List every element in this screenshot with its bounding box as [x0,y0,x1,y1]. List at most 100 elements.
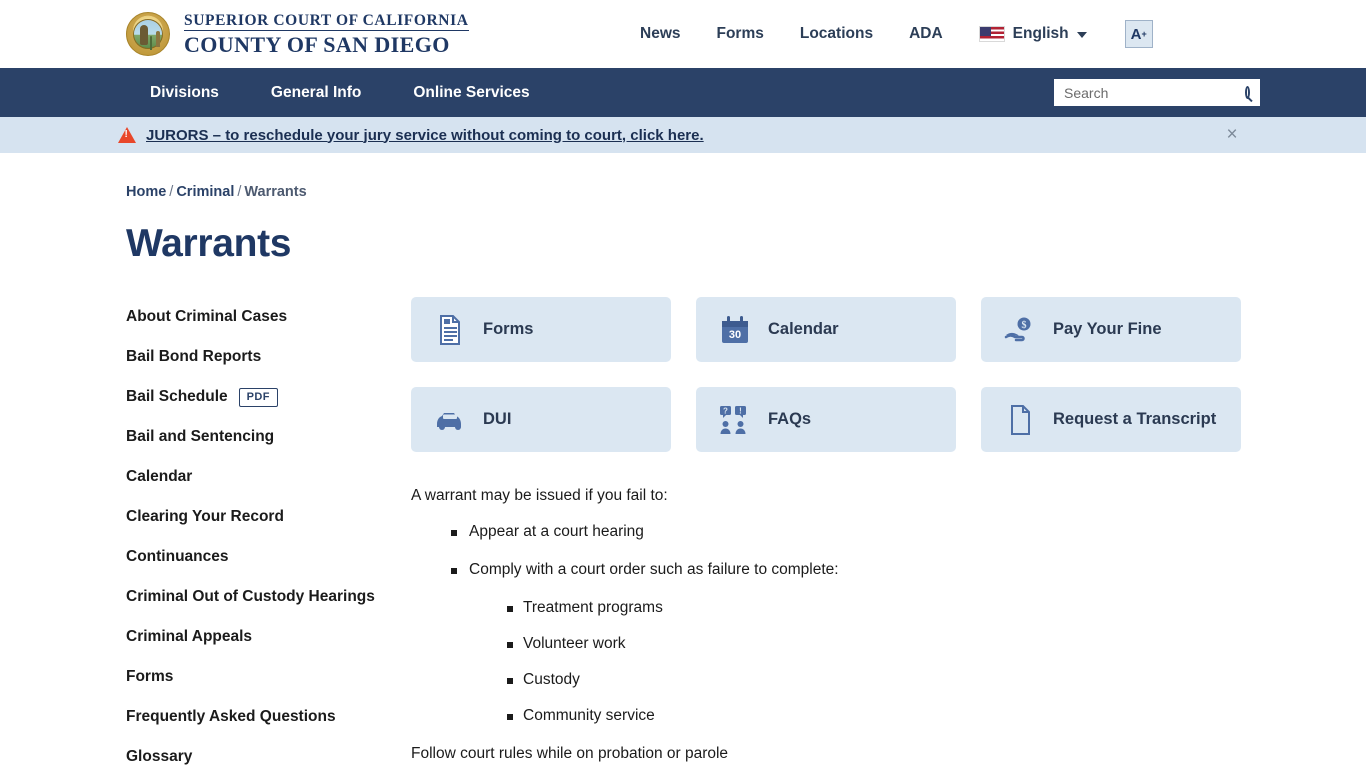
search-box[interactable] [1054,79,1260,106]
tile-calendar[interactable]: 30 Calendar [696,297,956,362]
sidebar-item-label: Clearing Your Record [126,508,284,525]
sidebar-item-label: Forms [126,668,174,685]
sidebar-item-label: Continuances [126,548,229,565]
calendar-30-icon: 30 [722,315,748,343]
breadcrumb-current: Warrants [244,184,307,200]
tile-dui[interactable]: DUI [411,387,671,452]
search-icon[interactable] [1245,86,1250,99]
sidebar-item-label: Calendar [126,468,193,485]
sidebar-item-label: Bail and Sentencing [126,428,275,445]
svg-text:30: 30 [729,329,741,341]
page-title: Warrants [126,222,292,265]
list-item: Community service [507,707,1366,725]
site-header: SUPERIOR COURT OF CALIFORNIA COUNTY OF S… [0,0,1366,68]
sidebar-item-label: Criminal Out of Custody Hearings [126,588,375,605]
sidebar-item-criminal-appeals[interactable]: Criminal Appeals [126,617,411,657]
page-corner-icon [1011,404,1030,435]
sidebar-item-label: Bail Schedule [126,388,228,405]
tile-label: Pay Your Fine [1053,320,1162,338]
tile-label: DUI [483,410,512,428]
section-sidebar: About Criminal Cases Bail Bond Reports B… [126,297,411,768]
svg-text:!: ! [739,406,742,415]
sidebar-item-bail-and-sentencing[interactable]: Bail and Sentencing [126,417,411,457]
intro-paragraph: A warrant may be issued if you fail to: [411,487,668,504]
sidebar-item-bail-bond-reports[interactable]: Bail Bond Reports [126,337,411,377]
people-speech-icon: ? ! [720,405,746,434]
alert-link[interactable]: JURORS – to reschedule your jury service… [146,127,704,144]
utility-nav-news[interactable]: News [640,25,717,43]
sidebar-item-label: Criminal Appeals [126,628,253,645]
tile-faqs[interactable]: ? ! FAQs [696,387,956,452]
language-label: English [1012,25,1069,42]
brand-line-1: SUPERIOR COURT OF CALIFORNIA [184,13,469,32]
utility-nav-ada[interactable]: ADA [909,25,979,43]
sidebar-item-label: Bail Bond Reports [126,348,262,365]
breadcrumb-sep-1: / [169,184,174,200]
tile-request-a-transcript[interactable]: Request a Transcript [981,387,1241,452]
list-item: Appear at a court hearing [451,523,1366,541]
site-brand[interactable]: SUPERIOR COURT OF CALIFORNIA COUNTY OF S… [126,12,469,57]
sidebar-item-glossary[interactable]: Glossary [126,737,411,768]
sidebar-item-criminal-out-of-custody-hearings[interactable]: Criminal Out of Custody Hearings [126,577,411,617]
sidebar-item-label: About Criminal Cases [126,308,288,325]
svg-text:?: ? [723,406,728,415]
text-size-button[interactable]: A + [1124,20,1153,48]
tile-forms[interactable]: Forms [411,297,671,362]
brand-text: SUPERIOR COURT OF CALIFORNIA COUNTY OF S… [184,12,469,57]
list-item-text: Comply with a court order such as failur… [469,561,839,578]
warning-triangle-icon [118,127,136,143]
sidebar-item-about-criminal-cases[interactable]: About Criminal Cases [126,297,411,337]
utility-nav-forms[interactable]: Forms [717,25,800,43]
primary-nav: Divisions General Info Online Services [0,68,1366,117]
tile-label: Forms [483,320,534,338]
list-item: Treatment programs [507,599,1366,617]
sidebar-item-clearing-your-record[interactable]: Clearing Your Record [126,497,411,537]
language-selector[interactable]: English [978,25,1125,43]
sidebar-item-frequently-asked-questions[interactable]: Frequently Asked Questions [126,697,411,737]
utility-nav: News Forms Locations ADA English A + [640,0,1153,68]
nav-item-divisions[interactable]: Divisions [150,84,219,102]
nav-item-online-services[interactable]: Online Services [413,84,529,102]
tile-label: Request a Transcript [1053,410,1217,428]
hand-coin-icon: $ [1004,317,1031,341]
page-columns: About Criminal Cases Bail Bond Reports B… [0,297,1366,768]
document-lines-icon [440,314,460,345]
sidebar-item-forms[interactable]: Forms [126,657,411,697]
quick-link-tiles: Forms 30 Calendar $ Pay Your Fine DUI ? … [411,297,1366,452]
search-input[interactable] [1064,84,1245,101]
court-seal-icon [126,12,170,56]
utility-nav-locations[interactable]: Locations [800,25,909,43]
sidebar-item-calendar[interactable]: Calendar [126,457,411,497]
tail-text: Follow court rules while on probation or… [411,745,729,762]
breadcrumb-sep-2: / [237,184,242,200]
list-item: Volunteer work [507,635,1366,653]
article-body: A warrant may be issued if you fail to: … [411,487,1366,763]
pdf-badge: PDF [238,387,278,407]
tile-label: FAQs [768,410,812,428]
list-item-text: Appear at a court hearing [469,523,644,540]
breadcrumb: Home / Criminal / Warrants [126,184,1366,200]
nav-item-general-info[interactable]: General Info [271,84,361,102]
car-icon [437,412,461,430]
brand-line-2: COUNTY OF SAN DIEGO [184,32,450,58]
main-content: Forms 30 Calendar $ Pay Your Fine DUI ? … [411,297,1366,768]
alert-banner: JURORS – to reschedule your jury service… [0,117,1366,153]
breadcrumb-criminal[interactable]: Criminal [176,184,234,200]
failure-to-complete-list: Treatment programs Volunteer work Custod… [507,599,1366,725]
warrant-reasons-list: Appear at a court hearing Comply with a … [451,523,1366,725]
tile-pay-your-fine[interactable]: $ Pay Your Fine [981,297,1241,362]
sidebar-item-label: Frequently Asked Questions [126,708,336,725]
svg-text:$: $ [1022,320,1027,331]
chevron-down-icon [1076,32,1087,38]
list-item: Comply with a court order such as failur… [451,561,1366,725]
list-item: Custody [507,671,1366,689]
text-size-label: A [1130,25,1142,43]
sidebar-item-bail-schedule[interactable]: Bail Schedule PDF [126,377,411,417]
primary-nav-links: Divisions General Info Online Services [150,84,582,102]
sidebar-item-continuances[interactable]: Continuances [126,537,411,577]
alert-content: JURORS – to reschedule your jury service… [118,127,704,144]
close-icon[interactable]: × [1222,125,1242,145]
us-flag-icon [978,26,1005,42]
breadcrumb-home[interactable]: Home [126,184,166,200]
text-size-sup: + [1141,29,1147,39]
